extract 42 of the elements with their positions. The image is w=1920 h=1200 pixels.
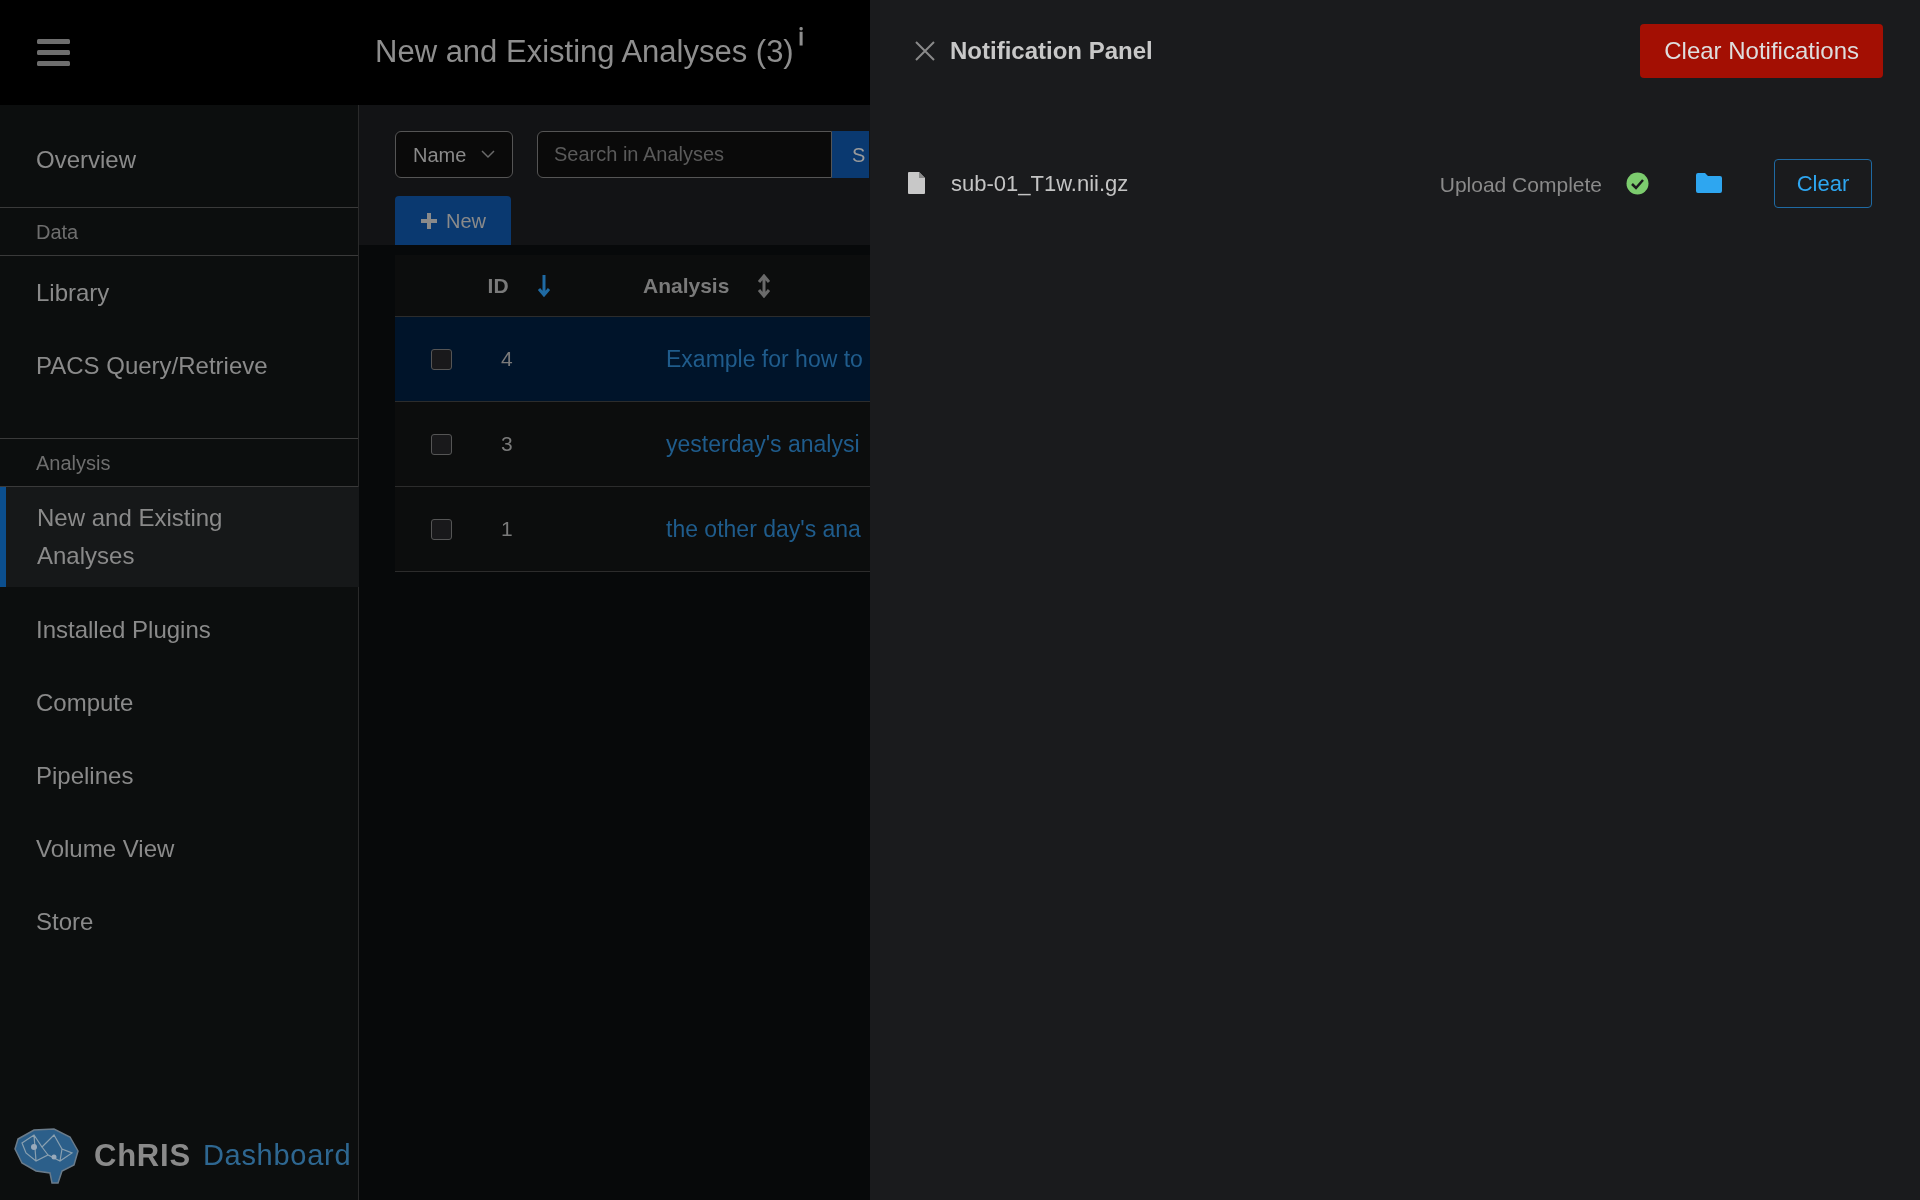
panel-title: Notification Panel <box>950 36 1153 66</box>
nav-item[interactable]: Installed Plugins <box>0 593 358 666</box>
brain-logo-icon <box>12 1127 82 1185</box>
search-button[interactable]: S <box>832 131 869 178</box>
row-checkbox[interactable] <box>431 518 452 540</box>
menu-icon[interactable] <box>37 38 70 67</box>
id-cell-text: 1 <box>501 516 514 543</box>
table-row[interactable]: 4 Example for how to <box>395 317 870 402</box>
id-cell-text: 3 <box>501 431 514 458</box>
row-checkbox[interactable] <box>431 433 452 455</box>
new-button[interactable]: New <box>395 196 511 245</box>
info-icon[interactable]: ℹ <box>797 25 804 50</box>
nav-item[interactable]: Volume View <box>0 812 358 885</box>
folder-icon[interactable] <box>1696 173 1722 193</box>
sort-down-arrow-icon[interactable] <box>536 273 551 298</box>
close-icon[interactable] <box>914 40 936 62</box>
nav-item[interactable]: Overview <box>0 123 358 196</box>
nav-item[interactable]: Store <box>0 885 358 958</box>
status-text: Upload Complete <box>1439 172 1602 199</box>
nav-item[interactable]: New and Existing Analyses <box>0 487 359 587</box>
filter-dropdown[interactable]: Name <box>395 131 513 178</box>
page-title: New and Existing Analyses (3) <box>375 33 794 72</box>
logo-name: ChRIS <box>94 1136 191 1175</box>
section-heading: Data <box>36 219 79 245</box>
clear-button[interactable]: Clear <box>1774 158 1872 208</box>
file-name: sub-01_T1w.nii.gz <box>951 169 1129 198</box>
nav-item[interactable]: Compute <box>0 666 358 739</box>
clear-notifications-button[interactable]: Clear Notifications <box>1640 24 1883 78</box>
logo-subtitle: Dashboard <box>202 1138 352 1174</box>
file-icon <box>908 172 925 194</box>
column-header[interactable]: Analysis <box>643 269 730 302</box>
chevron-down-icon <box>481 150 495 159</box>
nav-item[interactable]: PACS Query/Retrieve <box>0 329 358 402</box>
nav-item[interactable]: Library <box>0 256 358 329</box>
sort-icon[interactable] <box>757 273 772 298</box>
search-field[interactable]: Search in Analyses <box>537 131 832 178</box>
row-checkbox[interactable] <box>431 348 452 370</box>
section-heading: Analysis <box>36 450 111 476</box>
nav-item[interactable]: Pipelines <box>0 739 358 812</box>
plus-icon <box>420 211 438 230</box>
id-cell-text: 4 <box>501 346 514 373</box>
column-header[interactable]: ID <box>487 269 509 302</box>
